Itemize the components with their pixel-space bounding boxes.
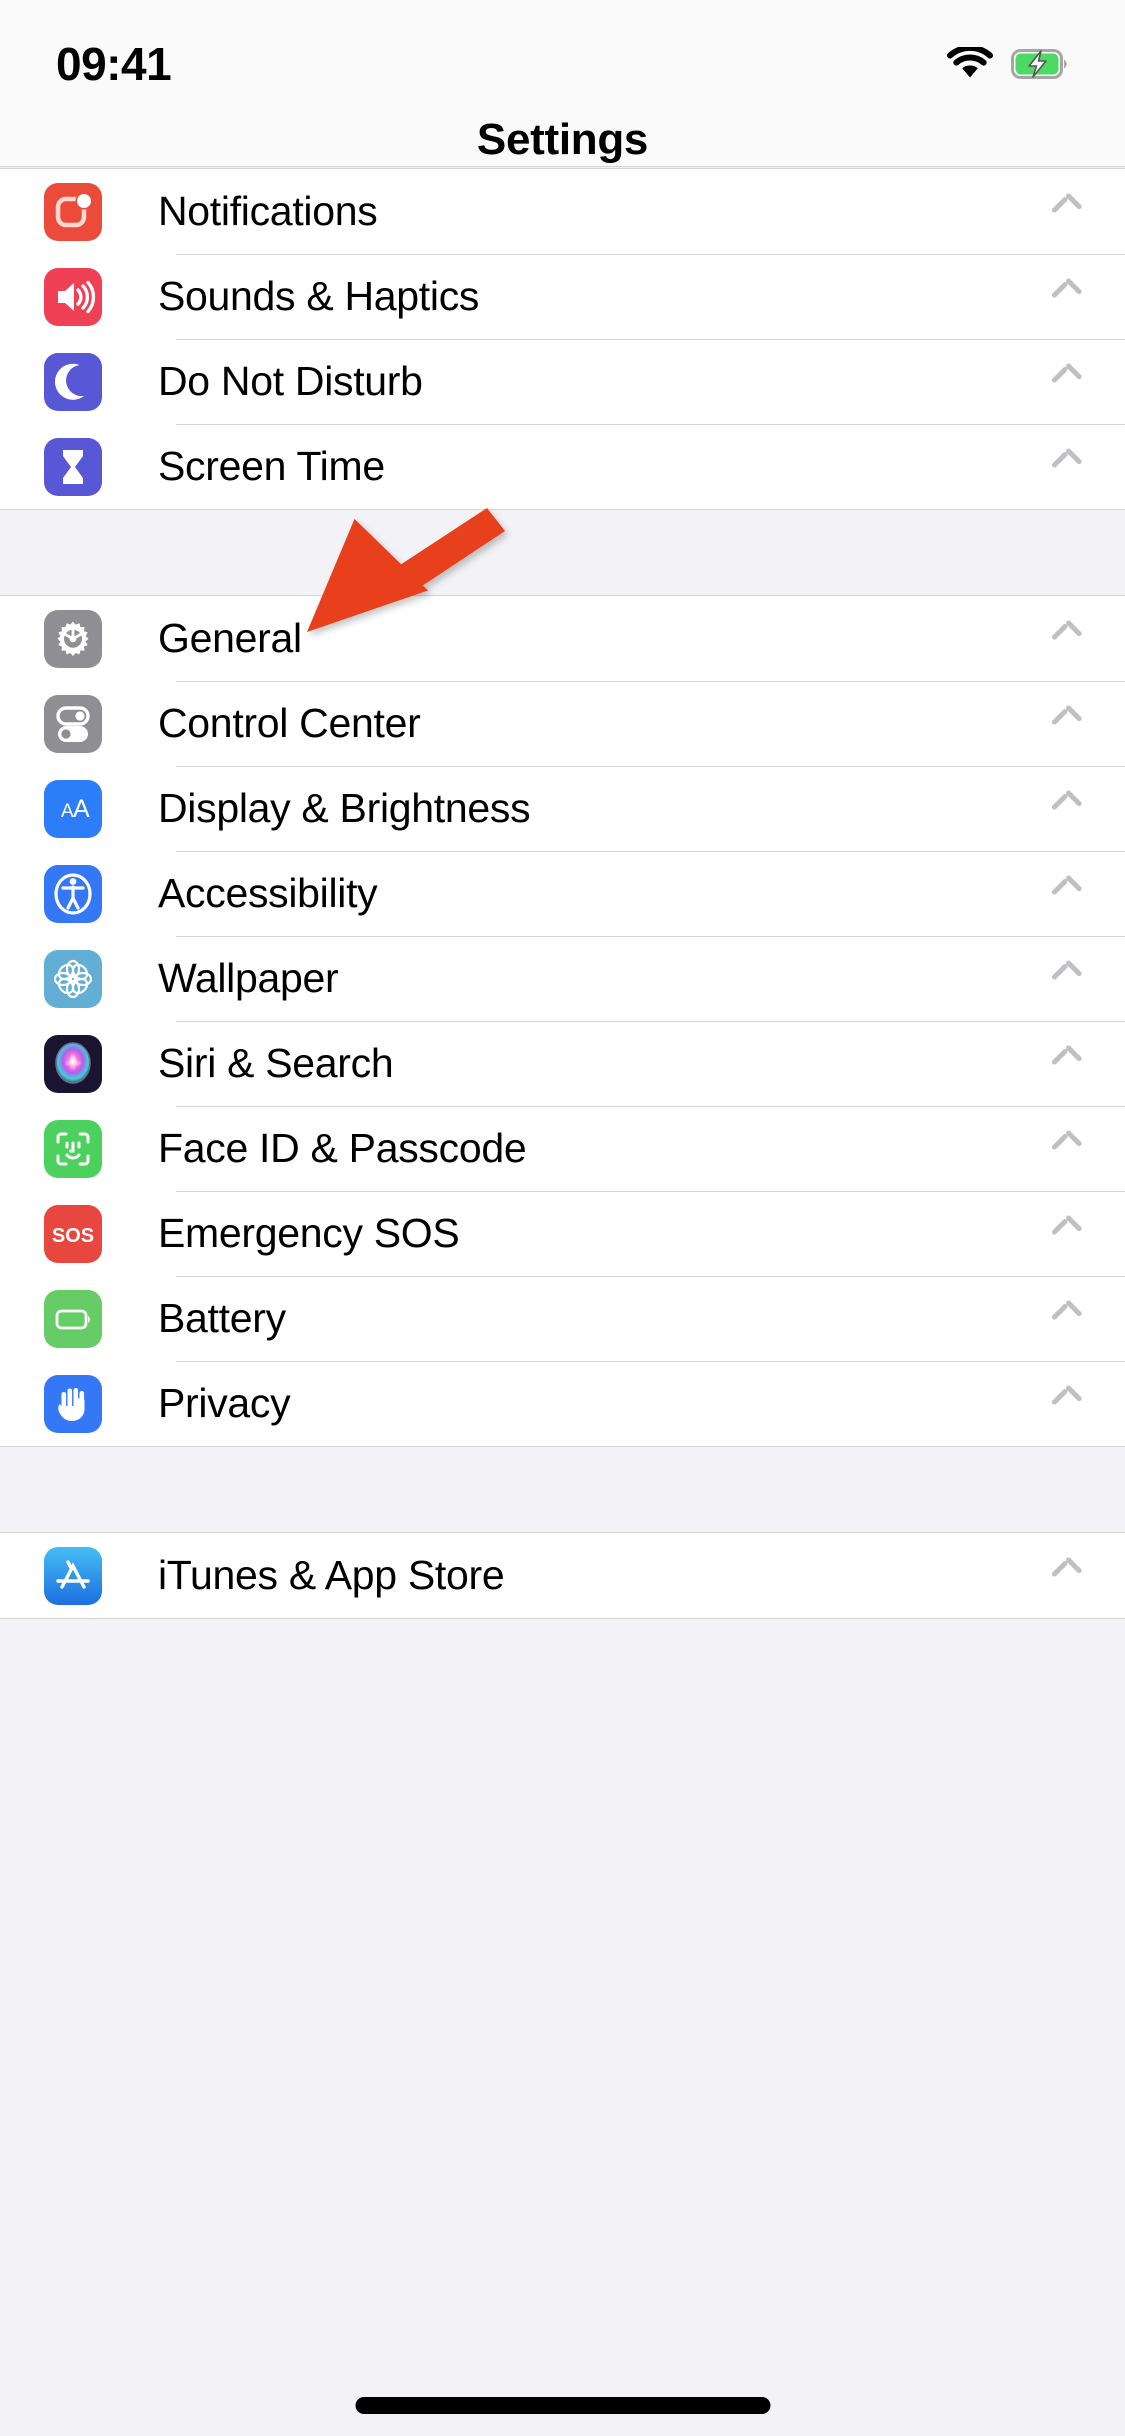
row-label: Screen Time [158, 443, 385, 489]
toggles-icon [44, 694, 102, 753]
chevron-right-icon [1059, 1388, 1077, 1420]
svg-text:SOS: SOS [52, 1225, 94, 1247]
settings-row-sounds-haptics[interactable]: Sounds & Haptics [0, 254, 1125, 339]
wifi-icon [947, 44, 993, 81]
row-label: Battery [158, 1295, 286, 1341]
settings-row-notifications[interactable]: Notifications [0, 169, 1125, 254]
row-label: Sounds & Haptics [158, 273, 480, 319]
row-label: General [158, 615, 302, 661]
section-gap-1 [0, 510, 1125, 595]
page-title: Settings [476, 115, 649, 164]
row-label: iTunes & App Store [158, 1552, 505, 1598]
section-gap-2 [0, 1447, 1125, 1532]
notifications-icon [44, 182, 102, 241]
row-label: Accessibility [158, 870, 378, 916]
hourglass-icon [44, 437, 102, 496]
navigation-bar: Settings [0, 115, 1125, 167]
settings-row-screen-time[interactable]: Screen Time [0, 424, 1125, 509]
settings-row-battery[interactable]: Battery [0, 1276, 1125, 1361]
row-label: Control Center [158, 700, 421, 746]
chevron-right-icon [1059, 196, 1077, 228]
row-label: Notifications [158, 188, 378, 234]
chevron-right-icon [1059, 1303, 1077, 1335]
row-label: Do Not Disturb [158, 358, 423, 404]
row-label: Display & Brightness [158, 785, 531, 831]
settings-row-do-not-disturb[interactable]: Do Not Disturb [0, 339, 1125, 424]
accessibility-icon [44, 864, 102, 923]
row-label: Face ID & Passcode [158, 1125, 527, 1171]
settings-row-display-brightness[interactable]: A A Display & Brightness [0, 766, 1125, 851]
chevron-right-icon [1059, 1133, 1077, 1165]
chevron-right-icon [1059, 963, 1077, 995]
settings-row-accessibility[interactable]: Accessibility [0, 851, 1125, 936]
stores-group: iTunes & App Store [0, 1532, 1125, 1619]
chevron-right-icon [1059, 1218, 1077, 1250]
home-indicator[interactable] [355, 2397, 770, 2414]
gear-icon [44, 609, 102, 668]
text-size-icon: A A [44, 779, 102, 838]
flower-icon [44, 949, 102, 1008]
settings-row-face-id-passcode[interactable]: Face ID & Passcode [0, 1106, 1125, 1191]
settings-row-wallpaper[interactable]: Wallpaper [0, 936, 1125, 1021]
settings-row-emergency-sos[interactable]: SOS Emergency SOS [0, 1191, 1125, 1276]
settings-row-general[interactable]: General [0, 596, 1125, 681]
row-label: Privacy [158, 1380, 291, 1426]
app-store-icon [44, 1546, 102, 1605]
settings-row-control-center[interactable]: Control Center [0, 681, 1125, 766]
general-group: General Control Center A A Display & Bri… [0, 595, 1125, 1447]
chevron-right-icon [1059, 1048, 1077, 1080]
row-label: Wallpaper [158, 955, 339, 1001]
row-label: Emergency SOS [158, 1210, 460, 1256]
status-time: 09:41 [56, 38, 172, 90]
sos-icon: SOS [44, 1204, 102, 1263]
face-id-icon [44, 1119, 102, 1178]
chevron-right-icon [1059, 281, 1077, 313]
settings-row-itunes-app-store[interactable]: iTunes & App Store [0, 1533, 1125, 1618]
moon-icon [44, 352, 102, 411]
status-icons [947, 44, 1069, 81]
siri-orb-icon [44, 1034, 102, 1093]
battery-charging-icon [1011, 49, 1069, 79]
settings-row-siri-search[interactable]: Siri & Search [0, 1021, 1125, 1106]
svg-text:A: A [73, 795, 90, 823]
chevron-right-icon [1059, 878, 1077, 910]
chevron-right-icon [1059, 366, 1077, 398]
settings-row-privacy[interactable]: Privacy [0, 1361, 1125, 1446]
chevron-right-icon [1059, 451, 1077, 483]
status-bar: 09:41 [0, 0, 1125, 120]
notifications-group: Notifications Sounds & Haptics Do Not Di… [0, 168, 1125, 510]
hand-icon [44, 1374, 102, 1433]
row-label: Siri & Search [158, 1040, 394, 1086]
chevron-right-icon [1059, 793, 1077, 825]
chevron-right-icon [1059, 1560, 1077, 1592]
battery-icon [44, 1289, 102, 1348]
settings-list: Notifications Sounds & Haptics Do Not Di… [0, 168, 1125, 1619]
iphone-screen: 09:41 Settings Notifications Sounds & Ha… [0, 0, 1125, 2436]
chevron-right-icon [1059, 708, 1077, 740]
chevron-right-icon [1059, 623, 1077, 655]
speaker-icon [44, 267, 102, 326]
